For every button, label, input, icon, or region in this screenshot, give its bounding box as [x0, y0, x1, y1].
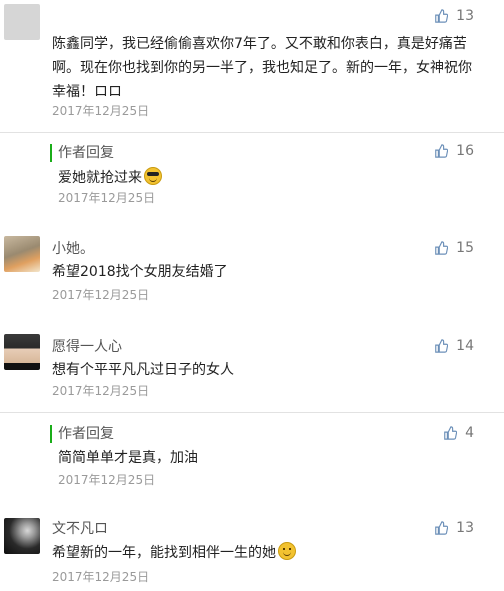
comment-date: 2017年12月25日: [52, 288, 150, 302]
author-reply: 作者回复 简简单单才是真，加油 2017年12月25日 4: [0, 412, 504, 493]
like-button[interactable]: 13: [434, 8, 474, 24]
comment-date: 2017年12月25日: [52, 570, 150, 584]
comment-text-row: 希望新的一年，能找到相伴一生的她: [52, 541, 472, 565]
avatar[interactable]: [4, 518, 40, 554]
comment-text: 想有个平平凡凡过日子的女人: [52, 362, 234, 378]
comment-text: 陈鑫同学，我已经偷偷喜欢你7年了。又不敢和你表白，真是好痛苦啊。现在你也找到你的…: [52, 36, 472, 100]
like-button[interactable]: 16: [434, 143, 474, 159]
comment-text: 希望2018找个女朋友结婚了: [52, 264, 228, 280]
comment-item: 小她。 希望2018找个女朋友结婚了 2017年12月25日 15: [0, 228, 504, 314]
author-reply-label: 作者回复: [50, 144, 114, 162]
thumbs-up-icon: [435, 339, 449, 353]
comment-date: 2017年12月25日: [52, 384, 150, 398]
thumbs-up-icon: [444, 426, 458, 440]
comment-text: 希望新的一年，能找到相伴一生的她: [52, 545, 276, 561]
like-count: 13: [456, 8, 474, 24]
thumbs-up-icon: [435, 144, 449, 158]
reply-text: 爱她就抢过来: [58, 170, 142, 186]
thumbs-up-icon: [435, 241, 449, 255]
like-button[interactable]: 4: [443, 425, 474, 441]
reply-date: 2017年12月25日: [58, 191, 156, 205]
like-button[interactable]: 14: [434, 338, 474, 354]
author-reply-label: 作者回复: [50, 425, 114, 443]
shy-smile-emoji-icon: [278, 542, 296, 560]
comment-item: 愿得一人心 想有个平平凡凡过日子的女人 2017年12月25日 14: [0, 326, 504, 416]
comment-author[interactable]: 小她。: [52, 240, 94, 258]
comment-item: 文不凡ロ 希望新的一年，能找到相伴一生的她 2017年12月25日 13: [0, 508, 504, 591]
thumbs-up-icon: [435, 521, 449, 535]
comment-author[interactable]: 文不凡ロ: [52, 520, 108, 538]
like-count: 4: [465, 425, 474, 441]
thumbs-up-icon: [435, 9, 449, 23]
reply-text: 简简单单才是真，加油: [58, 450, 198, 466]
avatar[interactable]: [4, 4, 40, 40]
like-count: 14: [456, 338, 474, 354]
avatar[interactable]: [4, 334, 40, 370]
comment-author[interactable]: 愿得一人心: [52, 338, 122, 356]
reply-date: 2017年12月25日: [58, 473, 156, 487]
like-count: 13: [456, 520, 474, 536]
avatar[interactable]: [4, 236, 40, 272]
like-count: 15: [456, 240, 474, 256]
like-button[interactable]: 13: [434, 520, 474, 536]
comment-item: 陈鑫同学，我已经偷偷喜欢你7年了。又不敢和你表白，真是好痛苦啊。现在你也找到你的…: [0, 0, 504, 130]
like-button[interactable]: 15: [434, 240, 474, 256]
comment-date: 2017年12月25日: [52, 104, 150, 118]
cool-sunglasses-emoji-icon: [144, 167, 162, 185]
author-reply: 作者回复 爱她就抢过来 2017年12月25日 16: [0, 132, 504, 213]
like-count: 16: [456, 143, 474, 159]
reply-text-row: 爱她就抢过来: [58, 167, 162, 188]
